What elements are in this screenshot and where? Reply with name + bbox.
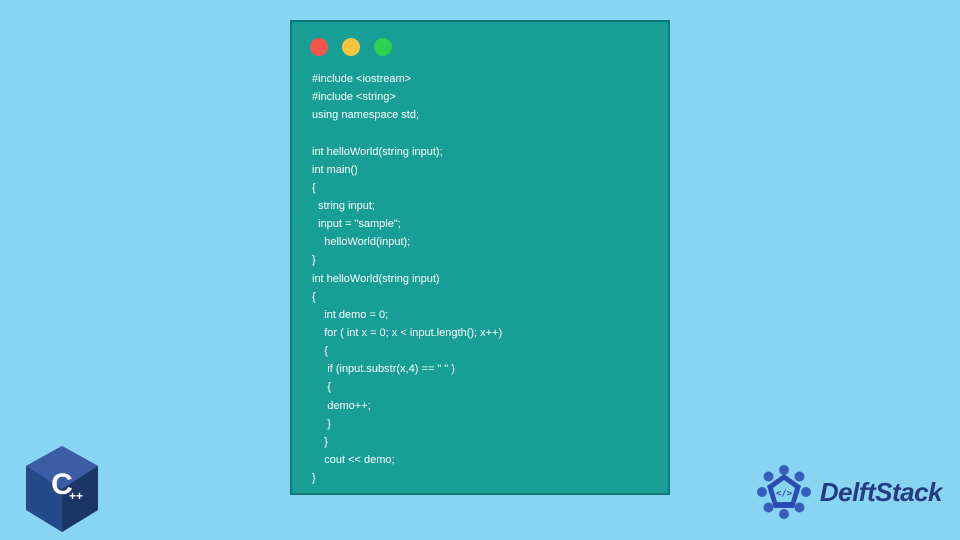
code-window: #include <iostream> #include <string> us… xyxy=(290,20,670,495)
cpp-logo-icon: C ++ xyxy=(22,444,102,534)
svg-text:</>: </> xyxy=(776,489,793,499)
close-icon[interactable] xyxy=(310,38,328,56)
maximize-icon[interactable] xyxy=(374,38,392,56)
svg-text:++: ++ xyxy=(69,489,83,503)
window-controls xyxy=(292,22,668,66)
minimize-icon[interactable] xyxy=(342,38,360,56)
delftstack-emblem-icon: </> xyxy=(754,462,814,522)
code-block: #include <iostream> #include <string> us… xyxy=(292,66,668,503)
delftstack-name: DelftStack xyxy=(820,477,942,508)
delftstack-logo: </> DelftStack xyxy=(754,462,942,522)
